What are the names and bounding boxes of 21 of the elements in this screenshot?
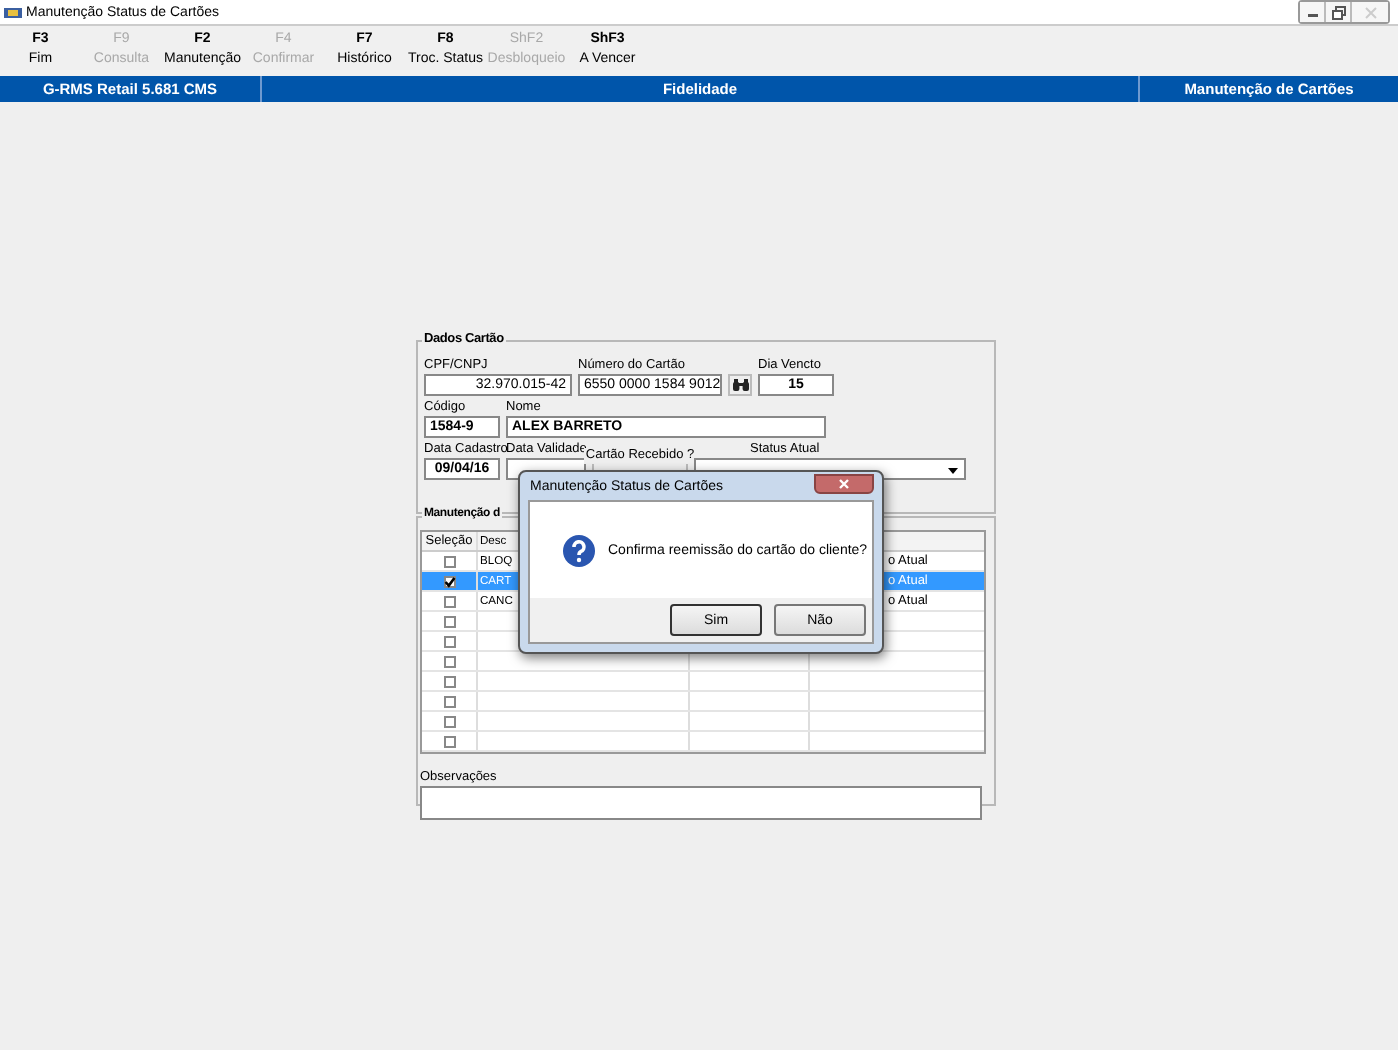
checkbox[interactable]: [443, 655, 455, 667]
close-button[interactable]: [814, 473, 874, 493]
checkbox[interactable]: [443, 595, 455, 607]
search-button[interactable]: [728, 374, 752, 396]
checkbox[interactable]: [443, 715, 455, 727]
checkbox[interactable]: [443, 555, 455, 567]
question-icon: [562, 533, 596, 567]
notes-field[interactable]: [420, 786, 982, 820]
app-icon: [4, 5, 22, 19]
restore-button[interactable]: [1326, 2, 1352, 22]
checkbox[interactable]: [443, 675, 455, 687]
close-icon: [838, 477, 850, 489]
checkbox[interactable]: [443, 615, 455, 627]
checkbox[interactable]: [443, 735, 455, 747]
checkbox[interactable]: [443, 695, 455, 707]
close-icon: [1363, 5, 1377, 19]
checkbox[interactable]: [443, 635, 455, 647]
minimize-button[interactable]: [1300, 2, 1326, 22]
checkbox[interactable]: [443, 575, 455, 587]
caret-icon: [948, 468, 958, 474]
restore-icon: [1331, 5, 1345, 19]
